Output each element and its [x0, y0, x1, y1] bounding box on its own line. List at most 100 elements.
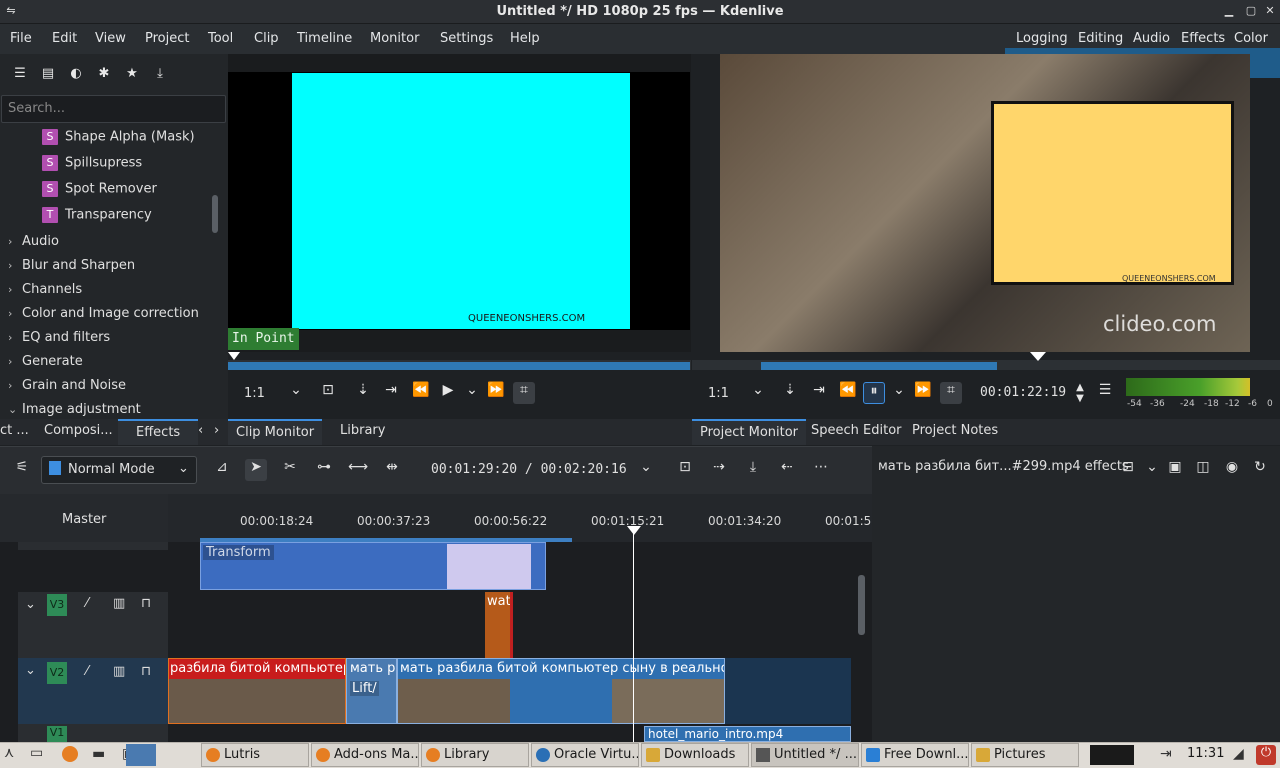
- rewind-icon[interactable]: ⏪: [410, 382, 432, 404]
- play-icon[interactable]: ▶: [437, 382, 459, 404]
- tab-project-monitor[interactable]: Project Monitor: [692, 419, 807, 445]
- search-input[interactable]: Search...: [1, 95, 226, 123]
- tab-compositions[interactable]: Composi...: [44, 419, 113, 445]
- menu-monitor[interactable]: Monitor: [370, 31, 419, 46]
- task-free-download[interactable]: Free Downl...: [861, 743, 969, 767]
- menu-edit[interactable]: Edit: [52, 31, 77, 46]
- tab-clip-monitor[interactable]: Clip Monitor: [228, 419, 323, 445]
- timeline-scrollbar[interactable]: [858, 575, 865, 635]
- custom-effects-icon[interactable]: ✱: [95, 66, 113, 82]
- set-in-icon[interactable]: ⇣: [779, 382, 801, 404]
- tab-library[interactable]: Library: [340, 419, 385, 445]
- menu-project[interactable]: Project: [145, 31, 189, 46]
- tab-project-notes[interactable]: Project Notes: [912, 419, 998, 445]
- power-icon[interactable]: ⏻: [1256, 745, 1276, 765]
- firefox-icon[interactable]: [62, 746, 78, 762]
- category-blur[interactable]: › Blur and Sharpen: [8, 258, 135, 273]
- master-track-label[interactable]: Master: [62, 512, 106, 527]
- menu-timeline[interactable]: Timeline: [297, 31, 352, 46]
- menu-help[interactable]: Help: [510, 31, 540, 46]
- task-lutris[interactable]: Lutris: [201, 743, 309, 767]
- menu-settings[interactable]: Settings: [440, 31, 493, 46]
- chevron-down-icon[interactable]: ⌄: [635, 459, 657, 481]
- eye-icon[interactable]: ◉: [1221, 459, 1243, 481]
- task-pictures[interactable]: Pictures: [971, 743, 1079, 767]
- spacer-tool-icon[interactable]: ⊶: [313, 459, 335, 481]
- set-in-icon[interactable]: ⇣: [352, 382, 374, 404]
- clip-v2-left[interactable]: разбила битой компьютер сы: [168, 658, 346, 724]
- logout-icon[interactable]: ⇥: [1160, 746, 1172, 762]
- chevron-down-icon[interactable]: ⌄: [461, 382, 483, 404]
- ripple-tool-icon[interactable]: ⟷: [347, 459, 369, 481]
- effect-item[interactable]: S Shape Alpha (Mask): [42, 129, 195, 151]
- collapse-chevron-icon[interactable]: ⌄: [25, 663, 36, 678]
- folder-icon[interactable]: ▬: [92, 746, 105, 762]
- workspace-color[interactable]: Color: [1234, 31, 1268, 46]
- chevron-down-icon[interactable]: ⌄: [1141, 459, 1163, 481]
- tab-effects[interactable]: Effects: [118, 419, 199, 445]
- effect-item[interactable]: S Spillsupress: [42, 155, 142, 177]
- task-library[interactable]: Library: [421, 743, 529, 767]
- chevron-down-icon[interactable]: ⌄: [747, 382, 769, 404]
- split-view-icon[interactable]: ◫: [1192, 459, 1214, 481]
- rewind-icon[interactable]: ⏪: [837, 382, 859, 404]
- close-icon[interactable]: ✕: [1263, 4, 1277, 18]
- edit-mode-select[interactable]: Normal Mode ⌄: [41, 456, 197, 484]
- clip-v2-main[interactable]: мать разбила битой компьютер сыну в реал…: [397, 658, 725, 724]
- category-color[interactable]: › Color and Image correction: [8, 306, 199, 321]
- film-icon[interactable]: ▥: [113, 596, 125, 611]
- clip-v1[interactable]: hotel_mario_intro.mp4: [644, 726, 851, 742]
- extract-icon[interactable]: ⇠: [776, 459, 798, 481]
- lock-icon[interactable]: ⊓: [141, 596, 151, 611]
- clock[interactable]: 11:31: [1187, 746, 1224, 761]
- project-zoom-select[interactable]: 1:1: [708, 386, 729, 408]
- insert-icon[interactable]: ⇢: [708, 459, 730, 481]
- crop-icon[interactable]: ⌗: [513, 382, 535, 404]
- fast-forward-icon[interactable]: ⏩: [912, 382, 934, 404]
- minimize-icon[interactable]: ▁: [1222, 4, 1236, 18]
- category-generate[interactable]: › Generate: [8, 354, 83, 369]
- chevron-down-icon[interactable]: ⌄: [285, 382, 307, 404]
- list-view-icon[interactable]: ☰: [11, 66, 29, 82]
- clip-zoom-select[interactable]: 1:1: [244, 386, 265, 408]
- tab-project-bin[interactable]: ct ...: [0, 419, 29, 445]
- track-name-v3[interactable]: V3: [47, 594, 67, 616]
- task-oracle[interactable]: Oracle Virtu...: [531, 743, 639, 767]
- task-kdenlive[interactable]: Untitled */ ...: [751, 743, 859, 767]
- clip-watermark[interactable]: wate: [485, 592, 513, 658]
- audio-effects-icon[interactable]: ◐: [67, 66, 85, 82]
- workspace-switcher[interactable]: [126, 744, 156, 766]
- set-out-icon[interactable]: ⇥: [380, 382, 402, 404]
- fit-zoom-icon[interactable]: ⊡: [674, 459, 696, 481]
- files-icon[interactable]: ▭: [30, 745, 43, 761]
- volume-icon[interactable]: ◢: [1233, 746, 1244, 762]
- category-image-adjustment[interactable]: ⌄ Image adjustment: [8, 402, 141, 418]
- menu-tool[interactable]: Tool: [208, 31, 233, 46]
- download-icon[interactable]: ⤓: [151, 66, 169, 82]
- timeline-settings-icon[interactable]: ⚟: [11, 459, 33, 481]
- overwrite-icon[interactable]: ⤓: [742, 459, 764, 481]
- project-playhead-marker[interactable]: [1030, 352, 1046, 361]
- lock-icon[interactable]: ⊓: [141, 664, 151, 679]
- collapse-chevron-icon[interactable]: ⌄: [25, 597, 36, 612]
- task-downloads[interactable]: Downloads: [641, 743, 749, 767]
- film-icon[interactable]: ▥: [113, 664, 125, 679]
- category-audio[interactable]: › Audio: [8, 234, 59, 249]
- fast-forward-icon[interactable]: ⏩: [485, 382, 507, 404]
- workspace-audio[interactable]: Audio: [1133, 31, 1170, 46]
- tab-speech-editor[interactable]: Speech Editor: [811, 419, 902, 445]
- menu-view[interactable]: View: [95, 31, 126, 46]
- track-name-v2[interactable]: V2: [47, 662, 67, 684]
- tab-next-arrow[interactable]: ›: [214, 419, 219, 445]
- workspace-effects[interactable]: Effects: [1181, 31, 1225, 46]
- select-tool-icon[interactable]: ➤: [245, 459, 267, 481]
- crop-icon[interactable]: ⌗: [940, 382, 962, 404]
- track-name-v1[interactable]: V1: [47, 726, 67, 742]
- chevron-down-icon[interactable]: ⌄: [888, 382, 910, 404]
- video-effects-icon[interactable]: ▤: [39, 66, 57, 82]
- task-addons[interactable]: Add-ons Ma...: [311, 743, 419, 767]
- menu-clip[interactable]: Clip: [254, 31, 279, 46]
- effects-wand-icon[interactable]: ⁄: [86, 664, 88, 679]
- hamburger-menu-icon[interactable]: ☰: [1094, 382, 1116, 404]
- clip-v2-small[interactable]: мать р Lift/: [346, 658, 397, 724]
